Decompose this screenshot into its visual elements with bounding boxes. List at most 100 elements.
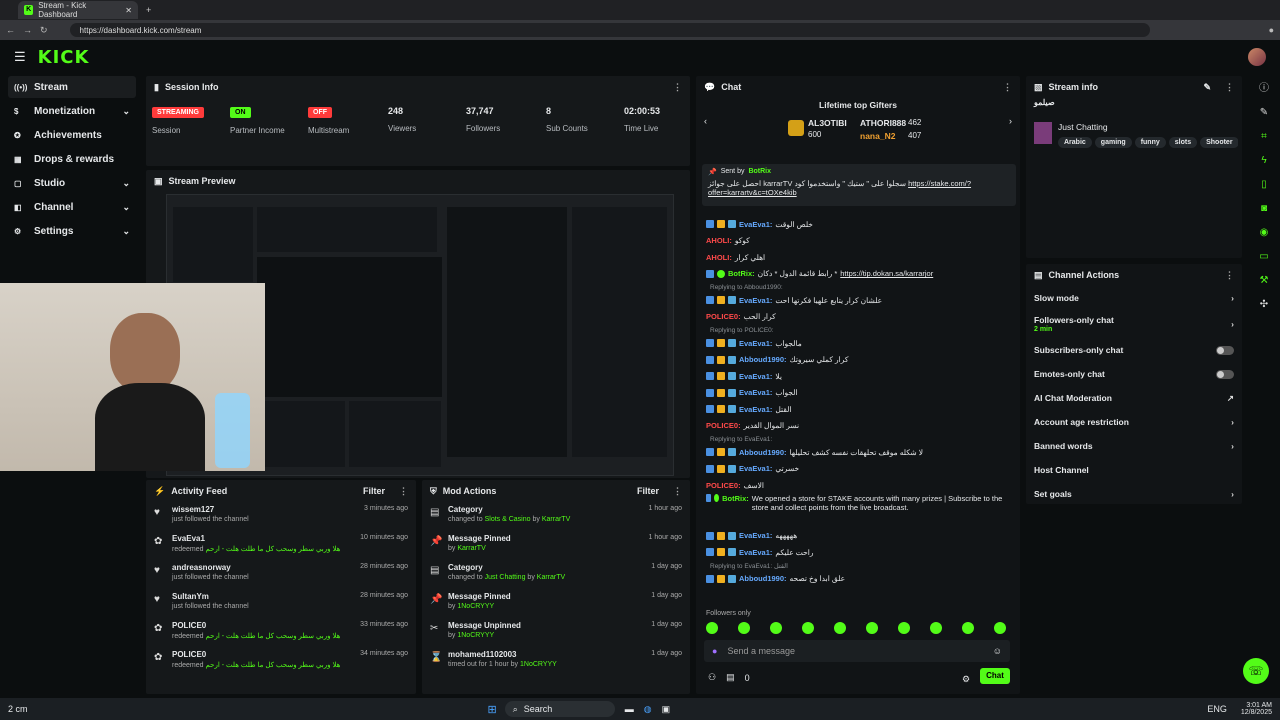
mod-action-item[interactable]: 📌 Message Pinned by 1NoCRYYY 1 day ago	[422, 589, 690, 618]
edge-icon[interactable]: ◍	[644, 704, 652, 715]
sidebar-item-stream[interactable]: ((•)) Stream	[8, 76, 136, 98]
stream-tag[interactable]: funny	[1134, 137, 1166, 148]
activity-filter-button[interactable]: Filter	[363, 486, 385, 496]
emote-icon[interactable]	[962, 622, 974, 634]
chat-message[interactable]: EvaEva1: خسرتي	[696, 461, 1020, 478]
chat-message[interactable]: BotRix: We opened a store for STAKE accou…	[696, 493, 1020, 528]
url-field[interactable]: https://dashboard.kick.com/stream	[69, 23, 1150, 37]
stream-info-more-icon[interactable]: ⋮	[1225, 82, 1234, 93]
puzzle-icon[interactable]: ✣	[1257, 298, 1271, 312]
activity-item[interactable]: ✿ EvaEva1 redeemed هلا وربي سطر وسحب كل …	[146, 531, 416, 560]
chat-username[interactable]: Abboud1990:	[739, 448, 787, 457]
chat-message[interactable]: POLICE0: نسر الموال القدير	[696, 418, 1020, 435]
sidebar-item-settings[interactable]: ⚙ Settings ⌄	[8, 220, 136, 242]
close-tab-icon[interactable]: ✕	[125, 6, 132, 15]
back-icon[interactable]: ←	[6, 25, 15, 35]
chat-message[interactable]: EvaEva1: يلا	[696, 368, 1020, 385]
wrench-icon[interactable]: ⚒	[1257, 274, 1271, 288]
stream-tag[interactable]: gaming	[1094, 137, 1132, 148]
reload-icon[interactable]: ↻	[40, 25, 48, 36]
chat-message[interactable]: AHOLI: كوكو	[696, 233, 1020, 250]
activity-item[interactable]: ♥ andreasnorway just followed the channe…	[146, 560, 416, 589]
sidebar-item-monetization[interactable]: $ Monetization ⌄	[8, 100, 136, 122]
chat-username[interactable]: EvaEva1:	[739, 405, 772, 414]
emote-icon[interactable]	[866, 622, 878, 634]
chat-username[interactable]: AHOLI:	[706, 236, 732, 245]
activity-item[interactable]: ✿ POLICE0 redeemed هلا وربي سطر وسحب كل …	[146, 618, 416, 647]
chat-username[interactable]: EvaEva1:	[739, 464, 772, 473]
toggle-switch[interactable]	[1216, 369, 1234, 379]
sidebar-item-studio[interactable]: ▢ Studio ⌄	[8, 172, 136, 194]
chat-username[interactable]: EvaEva1:	[739, 220, 772, 229]
chat-username[interactable]: EvaEva1:	[739, 548, 772, 557]
language-indicator[interactable]: ENG	[1207, 704, 1227, 714]
channel-action-host-channel[interactable]: Host Channel	[1026, 458, 1242, 482]
support-chat-button[interactable]: ☏	[1243, 658, 1269, 684]
channel-action-ai-chat-moderation[interactable]: AI Chat Moderation ↗	[1026, 386, 1242, 410]
chat-username[interactable]: EvaEva1:	[739, 531, 772, 540]
chat-bubble-icon[interactable]: ◙	[1257, 202, 1271, 216]
chat-message[interactable]: Abboud1990: لا شكله موقف تحلهقات نفسه كشف…	[696, 444, 1020, 461]
emote-icon[interactable]	[834, 622, 846, 634]
browser-tab[interactable]: K Stream - Kick Dashboard ✕	[18, 1, 138, 19]
mod-more-icon[interactable]: ⋮	[673, 486, 682, 497]
info-circle-icon[interactable]: ⓘ	[1257, 82, 1271, 96]
hamburger-menu-icon[interactable]: ☰	[14, 49, 26, 65]
kick-logo[interactable]: KICK	[38, 47, 90, 68]
clock[interactable]: 3:01 AM 12/8/2025	[1241, 702, 1272, 716]
chat-message[interactable]: Abboud1990: علق ابدا وخ تصحه	[696, 571, 1020, 588]
document-icon[interactable]: ▯	[1257, 178, 1271, 192]
profile-icon[interactable]: ●	[1269, 25, 1274, 35]
chat-message[interactable]: EvaEva1: مالجواب	[696, 335, 1020, 352]
emote-icon[interactable]	[802, 622, 814, 634]
channel-actions-more-icon[interactable]: ⋮	[1225, 270, 1234, 281]
gifters-prev-icon[interactable]: ‹	[704, 116, 707, 126]
chat-message[interactable]: EvaEva1: القتل	[696, 401, 1020, 418]
chat-send-button[interactable]: Chat	[980, 668, 1010, 684]
channel-action-followers-only-chat[interactable]: Followers-only chat 2 min ›	[1026, 310, 1242, 338]
mod-action-item[interactable]: ✂ Message Unpinned by 1NoCRYYY 1 day ago	[422, 618, 690, 647]
activity-item[interactable]: ♥ SultanYm just followed the channel 28 …	[146, 589, 416, 618]
channel-action-banned-words[interactable]: Banned words ›	[1026, 434, 1242, 458]
chat-username[interactable]: EvaEva1:	[739, 372, 772, 381]
file-explorer-icon[interactable]: ▬	[625, 704, 634, 714]
emote-icon[interactable]	[898, 622, 910, 634]
sidebar-item-achievements[interactable]: ✪ Achievements	[8, 124, 136, 146]
emote-icon[interactable]	[770, 622, 782, 634]
users-icon[interactable]: ⚇	[708, 672, 716, 683]
emoji-icon[interactable]: ☺	[993, 646, 1002, 656]
channel-action-set-goals[interactable]: Set goals ›	[1026, 482, 1242, 506]
chat-username[interactable]: POLICE0:	[706, 481, 741, 490]
channel-action-emotes-only-chat[interactable]: Emotes-only chat	[1026, 362, 1242, 386]
scan-icon[interactable]: ⌗	[1257, 130, 1271, 144]
chat-message[interactable]: POLICE0: الاسف	[696, 477, 1020, 494]
emote-icon[interactable]	[994, 622, 1006, 634]
chat-username[interactable]: Abboud1990:	[739, 355, 787, 364]
chat-username[interactable]: BotRix:	[728, 269, 755, 278]
stream-tag[interactable]: slots	[1168, 137, 1198, 148]
pencil-icon[interactable]: ✎	[1257, 106, 1271, 120]
chat-message[interactable]: EvaEva1: علشان كرار يتابع علهيا فكرتها اح…	[696, 292, 1020, 309]
mod-action-item[interactable]: 📌 Message Pinned by KarrarTV 1 hour ago	[422, 531, 690, 560]
mod-action-item[interactable]: ▤ Category changed to Slots & Casino by …	[422, 502, 690, 531]
pinned-message[interactable]: 📌 Sent by BotRix احصل على جوائز karrarTV س…	[702, 164, 1016, 206]
chat-more-icon[interactable]: ⋮	[1003, 82, 1012, 93]
chat-message[interactable]: EvaEva1: هههههه	[696, 528, 1020, 545]
chat-message[interactable]: EvaEva1: الجواب	[696, 385, 1020, 402]
app-icon[interactable]: ▣	[662, 704, 671, 715]
chat-settings-icon[interactable]: ⚙	[962, 674, 970, 685]
stream-tag[interactable]: Arabic	[1058, 137, 1092, 148]
channel-action-subscribers-only-chat[interactable]: Subscribers-only chat	[1026, 338, 1242, 362]
forward-icon[interactable]: →	[23, 25, 32, 35]
channel-action-account-age-restriction[interactable]: Account age restriction ›	[1026, 410, 1242, 434]
emote-icon[interactable]	[706, 622, 718, 634]
screen-icon[interactable]: ▭	[1257, 250, 1271, 264]
mic-icon[interactable]: ●	[712, 646, 717, 656]
emote-icon[interactable]	[738, 622, 750, 634]
broadcast-rail-icon[interactable]: ◉	[1257, 226, 1271, 240]
chat-username[interactable]: Abboud1990:	[739, 574, 787, 583]
mod-action-item[interactable]: ▤ Category changed to Just Chatting by K…	[422, 560, 690, 589]
sidebar-item-drops-rewards[interactable]: ▦ Drops & rewards	[8, 148, 136, 170]
new-tab-icon[interactable]: +	[146, 5, 151, 15]
activity-item[interactable]: ✿ POLICE0 redeemed هلا وربي سطر وسحب كل …	[146, 647, 416, 676]
